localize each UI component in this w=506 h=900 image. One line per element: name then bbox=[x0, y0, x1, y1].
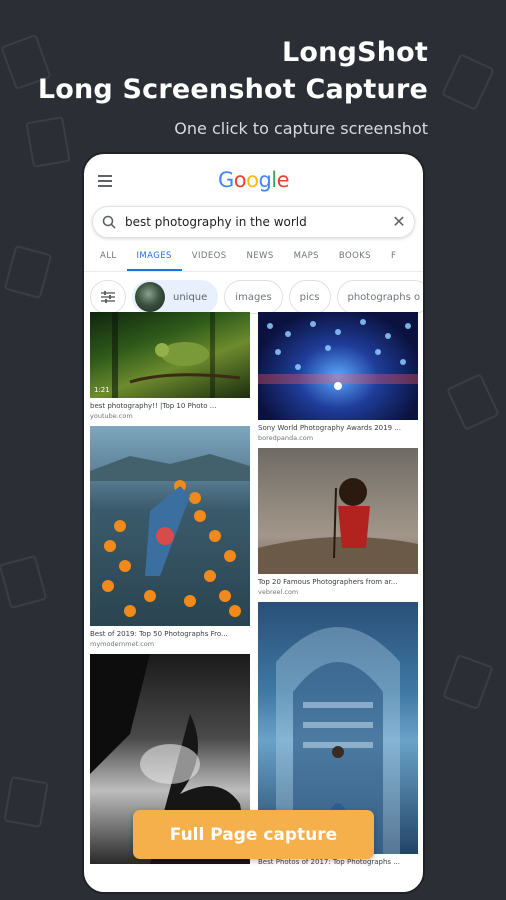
google-logo-letter: G bbox=[217, 168, 234, 192]
result-image[interactable] bbox=[258, 448, 418, 574]
chip-thumbnail bbox=[135, 282, 165, 312]
google-logo-letter: o bbox=[233, 168, 247, 192]
results-column-left: 1:21 best photography!! |Top 10 Photo ..… bbox=[90, 312, 250, 870]
search-input[interactable]: best photography in the world bbox=[125, 215, 384, 229]
tab-all[interactable]: ALL bbox=[90, 242, 127, 271]
search-tabs: ALL IMAGES VIDEOS NEWS MAPS BOOKS F bbox=[84, 242, 423, 272]
video-duration: 1:21 bbox=[94, 386, 110, 394]
image-result-card[interactable]: 1:21 best photography!! |Top 10 Photo ..… bbox=[90, 312, 250, 420]
tab-videos[interactable]: VIDEOS bbox=[182, 242, 237, 271]
chip-label: pics bbox=[299, 291, 320, 303]
result-image[interactable]: 1:21 bbox=[90, 312, 250, 398]
clear-search-icon[interactable]: ✕ bbox=[384, 212, 414, 232]
tab-maps[interactable]: MAPS bbox=[284, 242, 329, 271]
result-title[interactable]: Best of 2019: Top 50 Photographs Fro... bbox=[90, 630, 250, 638]
result-title[interactable]: Best Photos of 2017: Top Photographs ... bbox=[258, 858, 418, 866]
tab-news[interactable]: NEWS bbox=[237, 242, 284, 271]
google-header: Google bbox=[84, 162, 423, 202]
google-logo[interactable]: Google bbox=[84, 168, 423, 192]
result-source: mymodernmet.com bbox=[90, 640, 155, 648]
result-title[interactable]: best photography!! |Top 10 Photo ... bbox=[90, 402, 250, 410]
image-result-card[interactable]: Best of 2019: Top 50 Photographs Fro... … bbox=[90, 426, 250, 648]
search-bar[interactable]: best photography in the world ✕ bbox=[92, 206, 415, 238]
status-bar bbox=[84, 154, 423, 162]
result-image[interactable] bbox=[258, 312, 418, 420]
tab-images[interactable]: IMAGES bbox=[126, 242, 182, 271]
chip-pics[interactable]: pics bbox=[288, 280, 331, 314]
result-image[interactable] bbox=[90, 426, 250, 626]
results-column-right: Sony World Photography Awards 2019 ... b… bbox=[258, 312, 418, 872]
hero-subtitle: One click to capture screenshot bbox=[174, 119, 428, 138]
image-result-card[interactable]: Top 20 Famous Photographers from ar... v… bbox=[258, 448, 418, 596]
result-source: boredpanda.com bbox=[258, 434, 314, 442]
filter-chip[interactable] bbox=[90, 280, 126, 314]
hero-title: LongShot Long Screenshot Capture bbox=[38, 34, 428, 108]
chip-unique[interactable]: unique bbox=[132, 280, 219, 314]
chip-label: photographs o bbox=[347, 291, 421, 303]
full-page-capture-button[interactable]: Full Page capture bbox=[133, 810, 374, 859]
tab-f[interactable]: F bbox=[381, 242, 406, 271]
tab-books[interactable]: BOOKS bbox=[329, 242, 381, 271]
phone-frame: Google best photography in the world ✕ A… bbox=[82, 152, 425, 894]
chip-label: unique bbox=[173, 291, 208, 303]
chameleon-illustration bbox=[112, 312, 241, 398]
google-logo-letter: o bbox=[246, 168, 259, 192]
hero-app-name: LongShot bbox=[281, 37, 428, 68]
result-source: vebreel.com bbox=[258, 588, 299, 596]
tune-icon bbox=[101, 291, 115, 303]
result-source: youtube.com bbox=[90, 412, 133, 420]
hero-tagline: Long Screenshot Capture bbox=[37, 74, 428, 105]
image-result-card[interactable]: Sony World Photography Awards 2019 ... b… bbox=[258, 312, 418, 442]
search-icon[interactable] bbox=[93, 215, 125, 229]
lights-illustration bbox=[258, 319, 418, 390]
result-title[interactable]: Sony World Photography Awards 2019 ... bbox=[258, 424, 418, 432]
chip-label: images bbox=[235, 291, 272, 303]
google-logo-letter: g bbox=[258, 168, 272, 192]
chip-images[interactable]: images bbox=[224, 280, 283, 314]
boat-illustration bbox=[90, 454, 250, 617]
result-title[interactable]: Top 20 Famous Photographers from ar... bbox=[258, 578, 418, 586]
google-logo-letter: e bbox=[276, 168, 290, 192]
figure-illustration bbox=[258, 478, 418, 574]
image-results-grid: 1:21 best photography!! |Top 10 Photo ..… bbox=[88, 312, 423, 892]
chip-photographs[interactable]: photographs o bbox=[336, 280, 423, 314]
